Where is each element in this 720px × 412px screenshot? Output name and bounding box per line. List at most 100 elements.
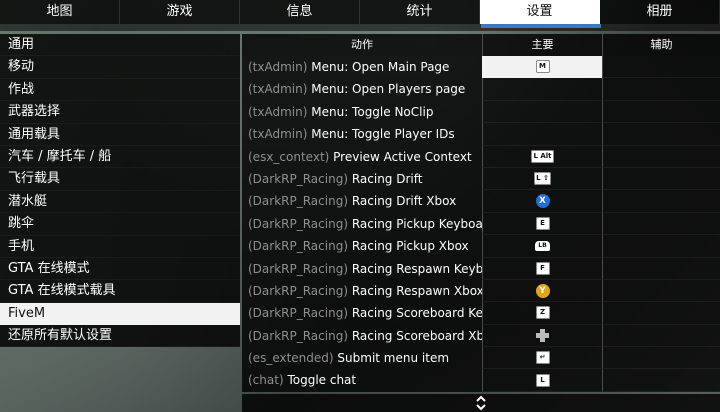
action-cell: (chat) Toggle chat xyxy=(242,369,482,391)
scroll-indicator[interactable] xyxy=(242,394,720,412)
sidebar-item-car-bike-boat[interactable]: 汽车 / 摩托车 / 船 xyxy=(0,145,240,169)
action-label: Menu: Toggle NoClip xyxy=(311,104,434,119)
primary-binding-cell[interactable] xyxy=(482,100,602,124)
tab-settings[interactable]: 设置 xyxy=(480,0,600,24)
primary-binding-cell[interactable]: E xyxy=(482,212,602,236)
secondary-binding-cell[interactable] xyxy=(602,235,720,258)
tab-stats[interactable]: 统计 xyxy=(360,0,480,24)
primary-binding-cell[interactable]: L xyxy=(482,369,602,392)
sidebar-item-submarine[interactable]: 潜水艇 xyxy=(0,190,240,214)
keyboard-enter-icon: ↵ xyxy=(535,351,550,365)
sidebar-item-gta-online[interactable]: GTA 在线模式 xyxy=(0,257,240,281)
table-row[interactable]: (DarkRP_Racing) Racing Pickup Xbox LB xyxy=(242,235,720,258)
sidebar-item-aircraft[interactable]: 飞行载具 xyxy=(0,168,240,191)
resource-label: (es_extended) xyxy=(248,351,334,366)
scroll-updown-icon xyxy=(476,395,486,411)
table-row[interactable]: (DarkRP_Racing) Racing Respawn Keyboard F xyxy=(242,257,720,280)
primary-binding-cell[interactable]: LB xyxy=(482,235,602,258)
secondary-binding-cell[interactable] xyxy=(602,212,720,236)
table-row[interactable]: (txAdmin) Menu: Toggle Player IDs xyxy=(242,123,720,146)
keyboard-l-icon: L xyxy=(535,373,550,387)
table-row[interactable]: (DarkRP_Racing) Racing Scoreboard Xbox xyxy=(242,324,720,348)
table-row[interactable]: (esx_context) Preview Active Context L Al… xyxy=(242,145,720,168)
sidebar-item-gta-online-vehicle[interactable]: GTA 在线模式载具 xyxy=(0,280,240,303)
resource-label: (txAdmin) xyxy=(248,82,308,97)
table-row[interactable]: (txAdmin) Menu: Open Main Page M xyxy=(242,56,720,79)
keyboard-f-icon: F xyxy=(535,261,550,275)
sidebar-item-combat[interactable]: 作战 xyxy=(0,78,240,102)
secondary-binding-cell[interactable] xyxy=(602,78,720,101)
action-cell: (txAdmin) Menu: Toggle Player IDs xyxy=(242,123,482,145)
action-cell: (txAdmin) Menu: Open Players page xyxy=(242,78,482,100)
sidebar-item-movement[interactable]: 移动 xyxy=(0,56,240,79)
secondary-binding-cell[interactable] xyxy=(602,190,720,213)
secondary-binding-cell[interactable] xyxy=(602,279,720,303)
action-label: Racing Pickup Xbox xyxy=(351,239,469,254)
action-cell: (esx_context) Preview Active Context xyxy=(242,146,482,168)
action-cell: (txAdmin) Menu: Open Main Page xyxy=(242,56,482,78)
action-cell: (es_extended) Submit menu item xyxy=(242,347,482,369)
primary-binding-cell[interactable]: X xyxy=(482,190,602,213)
table-row[interactable]: (es_extended) Submit menu item ↵ xyxy=(242,347,720,370)
resource-label: (DarkRP_Racing) xyxy=(248,283,348,298)
sidebar-item-restore-defaults[interactable]: 还原所有默认设置 xyxy=(0,325,240,348)
action-label: Toggle chat xyxy=(287,373,357,388)
resource-label: (txAdmin) xyxy=(248,104,308,119)
secondary-binding-cell[interactable] xyxy=(602,123,720,146)
table-row[interactable]: (DarkRP_Racing) Racing Drift Xbox X xyxy=(242,190,720,213)
resource-label: (DarkRP_Racing) xyxy=(248,328,348,343)
primary-binding-cell[interactable]: L ⇧ xyxy=(482,167,602,191)
sidebar-item-fivem[interactable]: FiveM xyxy=(0,302,240,326)
primary-binding-cell[interactable]: F xyxy=(482,257,602,280)
table-body: (txAdmin) Menu: Open Main Page M (txAdmin)… xyxy=(242,56,720,392)
tab-map[interactable]: 地图 xyxy=(0,0,120,24)
settings-sidebar: 通用 移动 作战 武器选择 通用载具 汽车 / 摩托车 / 船 飞行载具 潜水艇… xyxy=(0,34,240,348)
resource-label: (txAdmin) xyxy=(248,127,308,142)
xbox-lb-button-icon: LB xyxy=(535,240,550,251)
sidebar-item-vehicle[interactable]: 通用载具 xyxy=(0,123,240,146)
tab-bar: 地图 游戏 信息 统计 设置 相册 xyxy=(0,0,720,24)
primary-binding-cell[interactable]: Y xyxy=(482,279,602,303)
primary-binding-cell[interactable]: M xyxy=(482,56,602,79)
table-row[interactable]: (txAdmin) Menu: Open Players page xyxy=(242,78,720,101)
active-tab-indicator xyxy=(481,24,601,28)
header-secondary: 辅助 xyxy=(602,34,720,56)
table-row[interactable]: (DarkRP_Racing) Racing Scoreboard Keyboa… xyxy=(242,302,720,325)
secondary-binding-cell[interactable] xyxy=(602,145,720,168)
primary-binding-cell[interactable] xyxy=(482,78,602,101)
sidebar-item-weapon-select[interactable]: 武器选择 xyxy=(0,101,240,124)
secondary-binding-cell[interactable] xyxy=(602,100,720,124)
action-label: Menu: Open Players page xyxy=(311,82,466,97)
tab-info[interactable]: 信息 xyxy=(240,0,360,24)
sidebar-item-phone[interactable]: 手机 xyxy=(0,235,240,258)
table-row[interactable]: (DarkRP_Racing) Racing Pickup Keyboard E xyxy=(242,212,720,236)
tab-gallery[interactable]: 相册 xyxy=(600,0,720,24)
resource-label: (DarkRP_Racing) xyxy=(248,261,348,276)
table-row[interactable]: (chat) Toggle chat L xyxy=(242,369,720,392)
secondary-binding-cell[interactable] xyxy=(602,302,720,325)
action-cell: (DarkRP_Racing) Racing Drift Xbox xyxy=(242,190,482,212)
primary-binding-cell[interactable]: Z xyxy=(482,302,602,325)
action-cell: (DarkRP_Racing) Racing Drift xyxy=(242,168,482,190)
secondary-binding-cell[interactable] xyxy=(602,167,720,191)
table-row[interactable]: (DarkRP_Racing) Racing Drift L ⇧ xyxy=(242,167,720,191)
secondary-binding-cell[interactable] xyxy=(602,257,720,280)
sidebar-item-parachute[interactable]: 跳伞 xyxy=(0,213,240,236)
table-row[interactable]: (txAdmin) Menu: Toggle NoClip xyxy=(242,100,720,124)
tab-game[interactable]: 游戏 xyxy=(120,0,240,24)
action-label: Menu: Toggle Player IDs xyxy=(311,127,455,142)
action-cell: (DarkRP_Racing) Racing Pickup Keyboard xyxy=(242,213,482,235)
action-cell: (DarkRP_Racing) Racing Scoreboard Keyboa… xyxy=(242,302,482,324)
resource-label: (DarkRP_Racing) xyxy=(248,306,348,321)
secondary-binding-cell[interactable] xyxy=(602,324,720,348)
secondary-binding-cell[interactable] xyxy=(602,369,720,392)
primary-binding-cell[interactable] xyxy=(482,324,602,348)
primary-binding-cell[interactable] xyxy=(482,123,602,146)
table-row[interactable]: (DarkRP_Racing) Racing Respawn Xbox Y xyxy=(242,279,720,303)
sidebar-item-general[interactable]: 通用 xyxy=(0,34,240,57)
keyboard-left-alt-icon: L Alt xyxy=(531,149,554,163)
primary-binding-cell[interactable]: L Alt xyxy=(482,145,602,168)
secondary-binding-cell[interactable] xyxy=(602,347,720,370)
secondary-binding-cell[interactable] xyxy=(602,56,720,79)
primary-binding-cell[interactable]: ↵ xyxy=(482,347,602,370)
